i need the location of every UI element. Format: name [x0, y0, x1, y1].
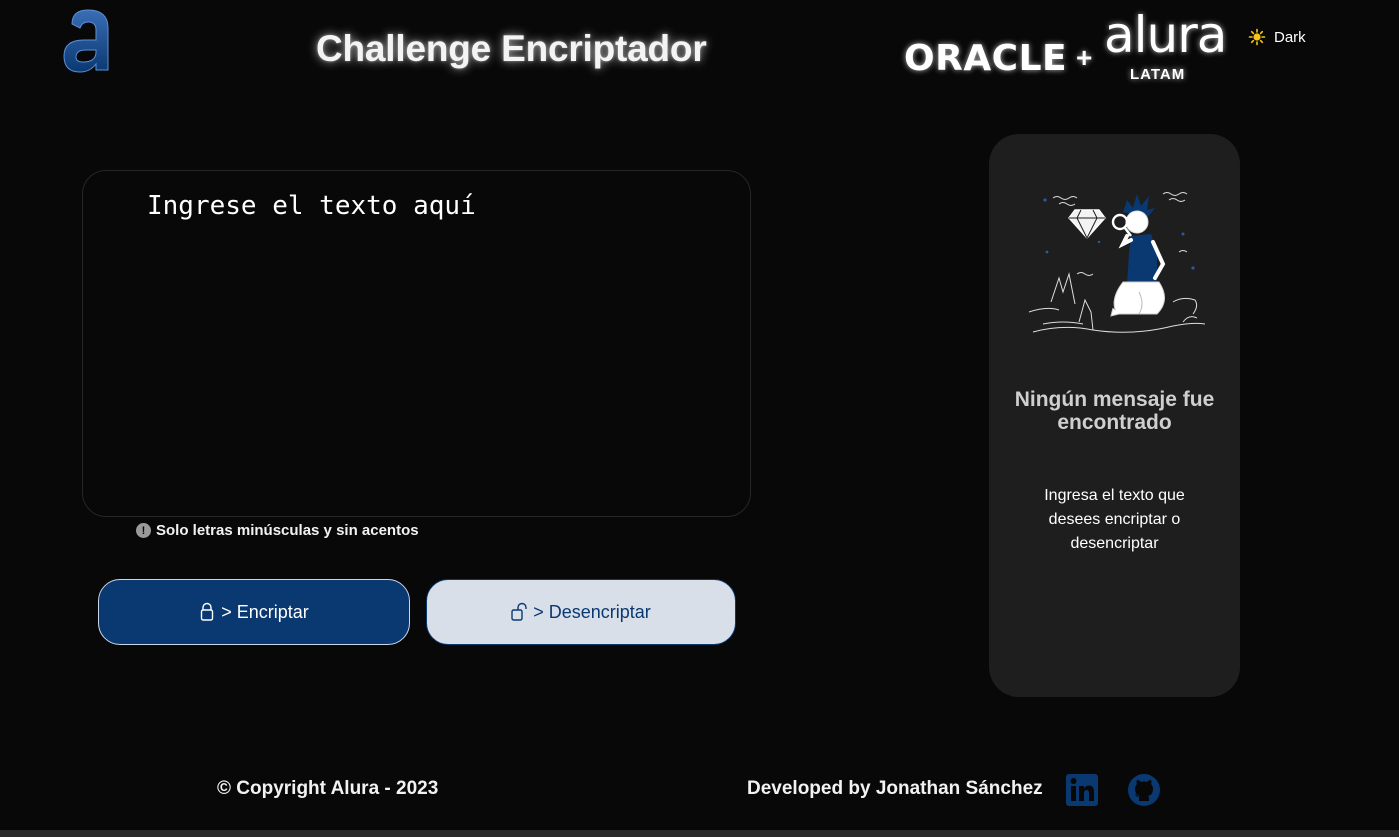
person-with-magnifying-glass-illustration: [1028, 192, 1206, 333]
page-title: Challenge Encriptador: [316, 28, 707, 69]
output-title: Ningún mensaje fue encontrado: [1014, 388, 1215, 434]
info-icon: !: [136, 523, 151, 538]
text-input[interactable]: [147, 191, 730, 496]
text-input-container: [82, 170, 751, 517]
lock-icon: [201, 602, 214, 621]
hint-text: Solo letras minúsculas y sin acentos: [156, 522, 419, 539]
oracle-logo-text: ORACLE: [904, 38, 1068, 79]
alura-logo-text: alura: [1104, 6, 1227, 64]
decrypt-button[interactable]: > Desencriptar: [426, 579, 736, 645]
plus-sign: +: [1076, 42, 1093, 73]
github-icon[interactable]: [1128, 774, 1160, 806]
alura-logo: [58, 4, 114, 76]
output-panel: Ningún mensaje fue encontrado Ingresa el…: [989, 134, 1240, 697]
encrypt-button-label: > Encriptar: [221, 601, 309, 622]
theme-toggle-label: Dark: [1274, 28, 1306, 46]
linkedin-icon[interactable]: [1066, 774, 1098, 806]
sun-icon: [1248, 28, 1266, 46]
developer-credit: Developed by Jonathan Sánchez: [747, 778, 1043, 799]
unlock-icon: [511, 602, 527, 621]
theme-toggle[interactable]: Dark: [1248, 28, 1306, 46]
latam-logo-text: LATAM: [1130, 66, 1186, 83]
input-hint: ! Solo letras minúsculas y sin acentos: [136, 522, 419, 539]
decrypt-button-label: > Desencriptar: [533, 601, 651, 622]
output-text: Ingresa el texto que desees encriptar o …: [1044, 487, 1185, 552]
partner-logos: ORACLE + alura LATAM: [900, 10, 1227, 92]
bottom-border: [0, 830, 1399, 837]
copyright-text: © Copyright Alura - 2023: [217, 778, 439, 799]
encrypt-button[interactable]: > Encriptar: [98, 579, 410, 645]
